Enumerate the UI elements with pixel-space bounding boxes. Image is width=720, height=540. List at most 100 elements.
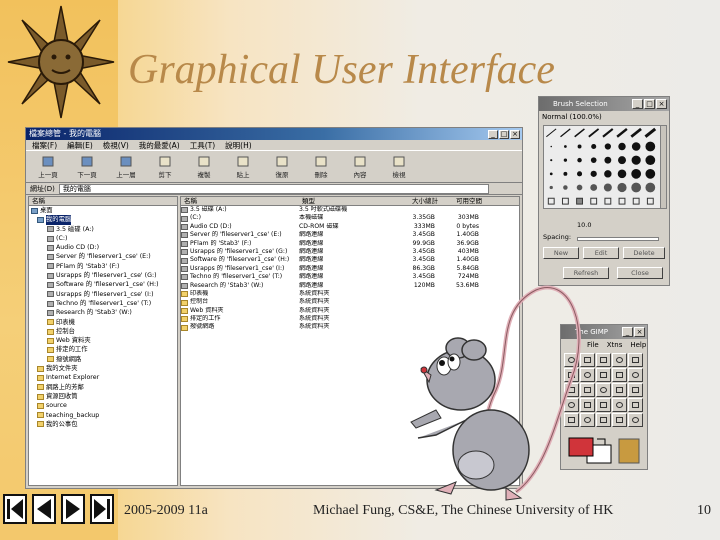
toolbar-button[interactable]: 上一層 — [108, 153, 144, 181]
menu-file[interactable]: 檔案(F) — [32, 140, 57, 151]
tree-item[interactable]: 排定的工作 — [29, 345, 177, 354]
tree-item-label: Web 資料夾 — [56, 337, 91, 345]
toolbar-button[interactable]: 復原 — [264, 153, 300, 181]
toolbar-button[interactable]: 剪下 — [147, 153, 183, 181]
toolbox-minimize-button[interactable]: _ — [622, 327, 633, 337]
column-header-size[interactable]: 大小總計 — [398, 197, 442, 205]
table-row[interactable]: Audio CD (D:) CD-ROM 磁碟 333MB 0 bytes — [181, 223, 519, 231]
tree-item[interactable]: Usrapps 的 'fileserver1_cse' (I:) — [29, 290, 177, 299]
brush-swatch — [577, 144, 582, 149]
spacing-slider[interactable] — [577, 237, 659, 241]
tree-item[interactable]: Audio CD (D:) — [29, 243, 177, 252]
tree-item[interactable]: Research 的 'Stab3' (W:) — [29, 308, 177, 317]
tool-button[interactable] — [596, 368, 611, 382]
tool-button[interactable] — [596, 413, 611, 427]
tree-item[interactable]: source — [29, 401, 177, 410]
table-row[interactable]: Software 的 'fileserver1_cse' (H:) 網路連線 3.4… — [181, 256, 519, 264]
brush-scrollbar[interactable] — [660, 125, 667, 209]
close-button[interactable]: × — [510, 129, 520, 139]
tree-item[interactable]: PFlam 的 'Stab3' (F:) — [29, 262, 177, 271]
toolbox-menu-help[interactable]: Help — [630, 341, 646, 351]
tool-button[interactable] — [612, 368, 627, 382]
table-row[interactable]: 3.5 磁碟 (A:) 3.5 吋軟式磁碟機 — [181, 206, 519, 214]
tree-item[interactable]: Software 的 'fileserver1_cse' (H:) — [29, 280, 177, 289]
tree-item[interactable]: 3.5 磁碟 (A:) — [29, 225, 177, 234]
toolbar-button[interactable]: 檢視 — [381, 153, 417, 181]
new-brush-button[interactable]: New — [543, 247, 579, 259]
tree-item[interactable]: 網路上的芳鄰 — [29, 383, 177, 392]
menu-favorites[interactable]: 我的最愛(A) — [139, 140, 180, 151]
tree-item[interactable]: 桌面 — [29, 206, 177, 215]
brush-swatch — [602, 128, 614, 138]
column-header-name[interactable]: 名稱 — [184, 197, 302, 205]
tree-item[interactable]: 控制台 — [29, 327, 177, 336]
tree-item-label: Techno 的 'fileserver1_cse' (T:) — [56, 299, 152, 307]
close-dialog-button[interactable]: Close — [617, 267, 663, 279]
tree-item[interactable]: 印表機 — [29, 318, 177, 327]
tree-item[interactable]: Internet Explorer — [29, 373, 177, 382]
brush-mode-label[interactable]: Normal (100.0%) — [539, 111, 669, 123]
tool-icon — [616, 402, 623, 408]
menu-tools[interactable]: 工具(T) — [190, 140, 215, 151]
tool-button[interactable] — [596, 398, 611, 412]
tool-icon — [600, 402, 607, 408]
tree-item[interactable]: (C:) — [29, 234, 177, 243]
table-row[interactable]: (C:) 本機磁碟 3.35GB 303MB — [181, 214, 519, 222]
tool-button[interactable] — [628, 353, 643, 367]
tree-item[interactable]: Usrapps 的 'fileserver1_cse' (G:) — [29, 271, 177, 280]
minimize-button[interactable]: _ — [488, 129, 498, 139]
maximize-button[interactable]: □ — [499, 129, 509, 139]
tree-item[interactable]: 資源回收筒 — [29, 392, 177, 401]
brush-titlebar[interactable]: Brush Selection _ □ × — [539, 97, 669, 111]
tool-button[interactable] — [612, 398, 627, 412]
tool-button[interactable] — [628, 368, 643, 382]
tree-item[interactable]: Techno 的 'fileserver1_cse' (T:) — [29, 299, 177, 308]
tree-item[interactable]: 撥號網路 — [29, 355, 177, 364]
column-header-free[interactable]: 可用空間 — [442, 197, 486, 205]
column-header-type[interactable]: 類型 — [302, 197, 398, 205]
delete-brush-button[interactable]: Delete — [623, 247, 665, 259]
toolbar-button[interactable]: 複製 — [186, 153, 222, 181]
menu-view[interactable]: 檢視(V) — [103, 140, 129, 151]
tool-button[interactable] — [612, 383, 627, 397]
edit-brush-button[interactable]: Edit — [583, 247, 619, 259]
tool-button[interactable] — [628, 413, 643, 427]
tool-button[interactable] — [596, 383, 611, 397]
previous-slide-button[interactable] — [32, 494, 56, 524]
brush-preview-grid[interactable] — [543, 125, 661, 209]
brush-selection-window[interactable]: Brush Selection _ □ × Normal (100.0%) 10… — [538, 96, 670, 286]
tree-item[interactable]: teaching_backup — [29, 411, 177, 420]
toolbar-button[interactable]: 上一頁 — [30, 153, 66, 181]
table-row[interactable]: Server 的 'fileserver1_cse' (E:) 網路連線 3.45G… — [181, 231, 519, 239]
toolbox-menu-xtns[interactable]: Xtns — [607, 341, 623, 351]
tree-item[interactable]: 我的電腦 — [29, 215, 177, 225]
brush-maximize-button[interactable]: □ — [644, 99, 655, 109]
menu-edit[interactable]: 編輯(E) — [67, 140, 93, 151]
table-row[interactable]: Usrapps 的 'fileserver1_cse' (G:) 網路連線 3.45… — [181, 248, 519, 256]
toolbar-button[interactable]: 貼上 — [225, 153, 261, 181]
brush-swatch — [561, 197, 569, 205]
tree-item[interactable]: 我的文件夾 — [29, 364, 177, 373]
brush-close-button[interactable]: × — [656, 99, 667, 109]
toolbar-button[interactable]: 下一頁 — [69, 153, 105, 181]
last-slide-button[interactable] — [90, 494, 114, 524]
brush-minimize-button[interactable]: _ — [632, 99, 643, 109]
toolbar-button[interactable]: 刪除 — [303, 153, 339, 181]
address-input[interactable]: 我的電腦 — [58, 183, 489, 194]
toolbar-button[interactable]: 內容 — [342, 153, 378, 181]
tool-button[interactable] — [612, 353, 627, 367]
tool-button[interactable] — [596, 353, 611, 367]
folder-tree-pane[interactable]: 名稱 桌面 我的電腦 3.5 磁碟 (A:) (C:) Audio CD (D:) Ser… — [28, 196, 178, 486]
toolbox-close-button[interactable]: × — [634, 327, 645, 337]
tool-button[interactable] — [628, 398, 643, 412]
next-slide-button[interactable] — [61, 494, 85, 524]
explorer-titlebar[interactable]: 檔案總管 - 我的電腦 _ □ × — [26, 128, 522, 140]
menu-help[interactable]: 說明(H) — [225, 140, 252, 151]
tree-item[interactable]: 我的公事包 — [29, 420, 177, 429]
first-slide-button[interactable] — [3, 494, 27, 524]
tool-button[interactable] — [628, 383, 643, 397]
tool-button[interactable] — [612, 413, 627, 427]
tree-item[interactable]: Web 資料夾 — [29, 336, 177, 345]
tree-item[interactable]: Server 的 'fileserver1_cse' (E:) — [29, 252, 177, 261]
table-row[interactable]: PFlam 的 'Stab3' (F:) 網路連線 99.9GB 36.9GB — [181, 240, 519, 248]
